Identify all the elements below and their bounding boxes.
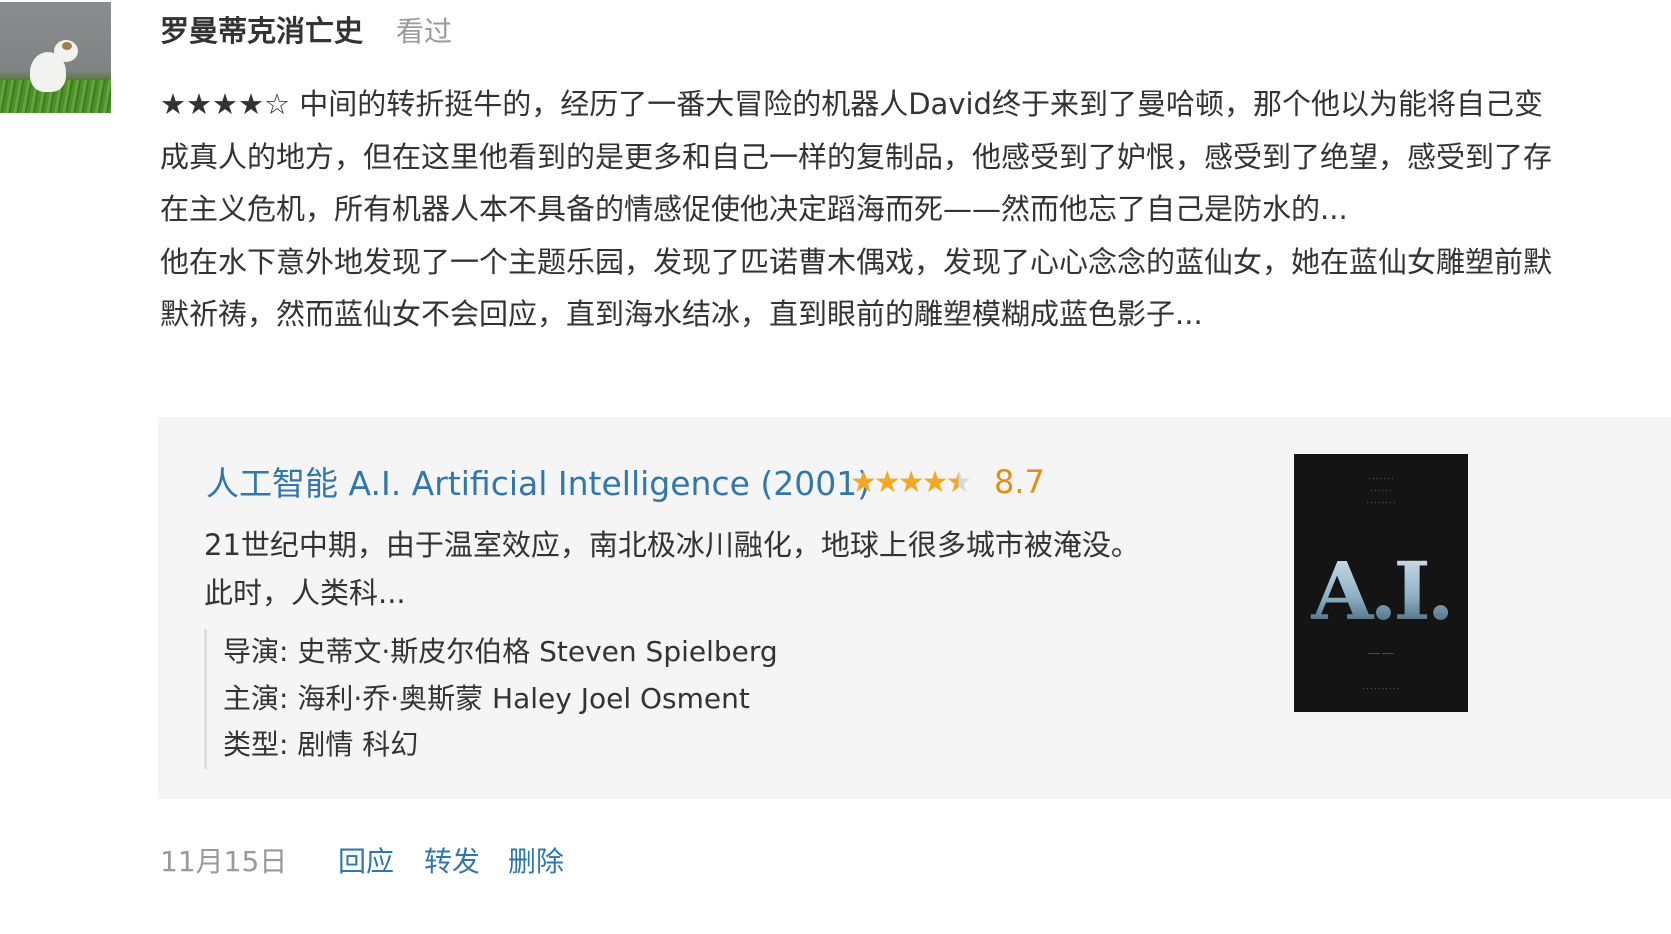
synopsis-line-2: 此时，人类科... bbox=[204, 576, 406, 610]
synopsis-line-1: 21世纪中期，由于温室效应，南北极冰川融化，地球上很多城市被淹没。 bbox=[204, 528, 1140, 562]
rating-stars: ★★★★☆ bbox=[160, 87, 290, 121]
poster-tagline: · · · · · · · bbox=[1368, 476, 1394, 483]
status-watched: 看过 bbox=[396, 15, 453, 48]
delete-button[interactable]: 删除 bbox=[508, 840, 564, 880]
movie-poster[interactable]: · · · · · · · · · · · · · · · · · · · · … bbox=[1294, 454, 1468, 712]
star-half-icon: ★ bbox=[945, 465, 973, 500]
poster-tagline-3: · · · · · · · · bbox=[1366, 500, 1396, 507]
username-link[interactable]: 罗曼蒂克消亡史 bbox=[160, 8, 363, 50]
stars-full: ★★★★ bbox=[850, 465, 949, 500]
poster-credits: · · · · · · · · · · bbox=[1362, 686, 1400, 693]
poster-logo: A.I. bbox=[1294, 544, 1468, 638]
reply-button[interactable]: 回应 bbox=[338, 840, 394, 880]
movie-cast: 主演: 海利·乔·奥斯蒙 Haley Joel Osment bbox=[223, 681, 750, 715]
review-paragraph-2: 他在水下意外地发现了一个主题乐园，发现了匹诺曹木偶戏，发现了心心念念的蓝仙女，她… bbox=[160, 244, 1553, 332]
user-avatar[interactable] bbox=[0, 2, 111, 113]
review-body: ★★★★☆ 中间的转折挺牛的，经历了一番大冒险的机器人David终于来到了曼哈顿… bbox=[160, 78, 1560, 341]
review-text-1: 中间的转折挺牛的，经历了一番大冒险的机器人David终于来到了曼哈顿，那个他以为… bbox=[160, 87, 1553, 226]
poster-tagline-2: · · · · · · bbox=[1370, 488, 1392, 495]
movie-rating-stars: ★★★★★ bbox=[850, 465, 973, 500]
movie-director: 导演: 史蒂文·斯皮尔伯格 Steven Spielberg bbox=[223, 635, 778, 668]
movie-credits: 导演: 史蒂文·斯皮尔伯格 Steven Spielberg 主演: 海利·乔·… bbox=[204, 629, 778, 769]
poster-subtitle: —— —— bbox=[1368, 650, 1394, 657]
movie-title[interactable]: 人工智能 A.I. Artificial Intelligence (2001) bbox=[206, 464, 870, 503]
movie-title-link[interactable]: 人工智能 A.I. Artificial Intelligence (2001) bbox=[206, 461, 870, 507]
review-footer: 11月15日 回应 转发 删除 bbox=[0, 840, 1671, 880]
share-button[interactable]: 转发 bbox=[424, 840, 480, 880]
review-date: 11月15日 bbox=[160, 845, 288, 878]
avatar-cat-spot bbox=[62, 42, 72, 50]
movie-rating-score: 8.7 bbox=[994, 463, 1045, 501]
movie-synopsis: 21世纪中期，由于温室效应，南北极冰川融化，地球上很多城市被淹没。 此时，人类科… bbox=[204, 521, 1204, 617]
movie-genre: 类型: 剧情 科幻 bbox=[223, 728, 419, 761]
movie-card[interactable]: 人工智能 A.I. Artificial Intelligence (2001)… bbox=[158, 417, 1671, 799]
review-paragraph-1: ★★★★☆ 中间的转折挺牛的，经历了一番大冒险的机器人David终于来到了曼哈顿… bbox=[160, 78, 1560, 236]
